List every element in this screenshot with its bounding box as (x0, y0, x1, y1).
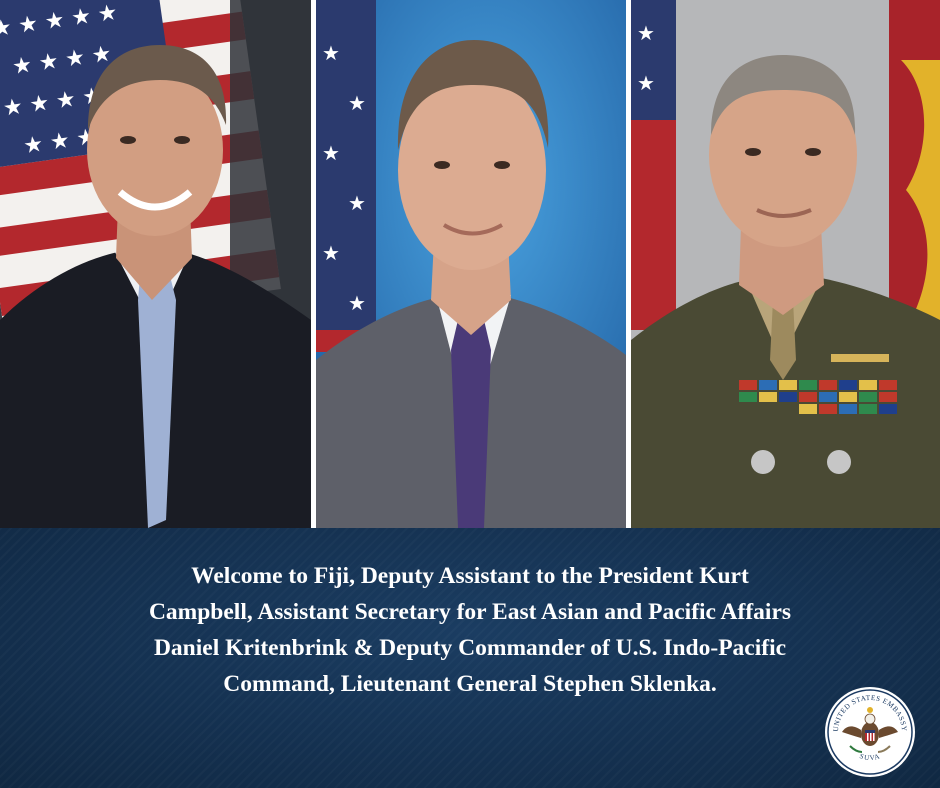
caption-banner: Welcome to Fiji, Deputy Assistant to the… (0, 528, 940, 788)
portrait-kurt-campbell: ★ ★ ★ ★ ★ ★ ★ ★ ★ ★ ★ ★ ★ ★ ★ ★ ★ ★ (0, 0, 311, 528)
svg-text:★: ★ (348, 191, 366, 215)
svg-text:★: ★ (322, 141, 340, 165)
svg-text:★: ★ (637, 21, 655, 45)
portrait-stephen-sklenka: ★ ★ (631, 0, 940, 528)
caption-line-4: Command, Lieutenant General Stephen Skle… (223, 671, 717, 697)
welcome-caption: Welcome to Fiji, Deputy Assistant to the… (70, 558, 870, 702)
embassy-seal-icon: UNITED STATES EMBASSY SUVA (825, 687, 915, 777)
svg-text:★: ★ (637, 71, 655, 95)
us-embassy-suva-seal: UNITED STATES EMBASSY SUVA (824, 686, 916, 778)
portrait-stephen-sklenka-image: ★ ★ (631, 0, 940, 528)
caption-line-3: Daniel Kritenbrink & Deputy Commander of… (153, 635, 787, 661)
svg-text:★: ★ (322, 41, 340, 65)
portrait-kurt-campbell-image: ★ ★ ★ ★ ★ ★ ★ ★ ★ ★ ★ ★ ★ ★ ★ ★ ★ ★ (0, 0, 311, 528)
svg-text:★: ★ (348, 291, 366, 315)
portrait-row: ★ ★ ★ ★ ★ ★ ★ ★ ★ ★ ★ ★ ★ ★ ★ ★ ★ ★ ★ ★ … (0, 0, 940, 528)
caption-line-2: Campbell, Assistant Secretary for East A… (148, 599, 792, 625)
portrait-daniel-kritenbrink: ★ ★ ★ ★ ★ ★ (316, 0, 626, 528)
portrait-daniel-kritenbrink-image: ★ ★ ★ ★ ★ ★ (316, 0, 626, 528)
caption-line-1: Welcome to Fiji, Deputy Assistant to the… (191, 563, 749, 589)
svg-text:★: ★ (322, 241, 340, 265)
svg-text:★: ★ (348, 91, 366, 115)
graphic-canvas: ★ ★ ★ ★ ★ ★ ★ ★ ★ ★ ★ ★ ★ ★ ★ ★ ★ ★ ★ ★ … (0, 0, 940, 788)
